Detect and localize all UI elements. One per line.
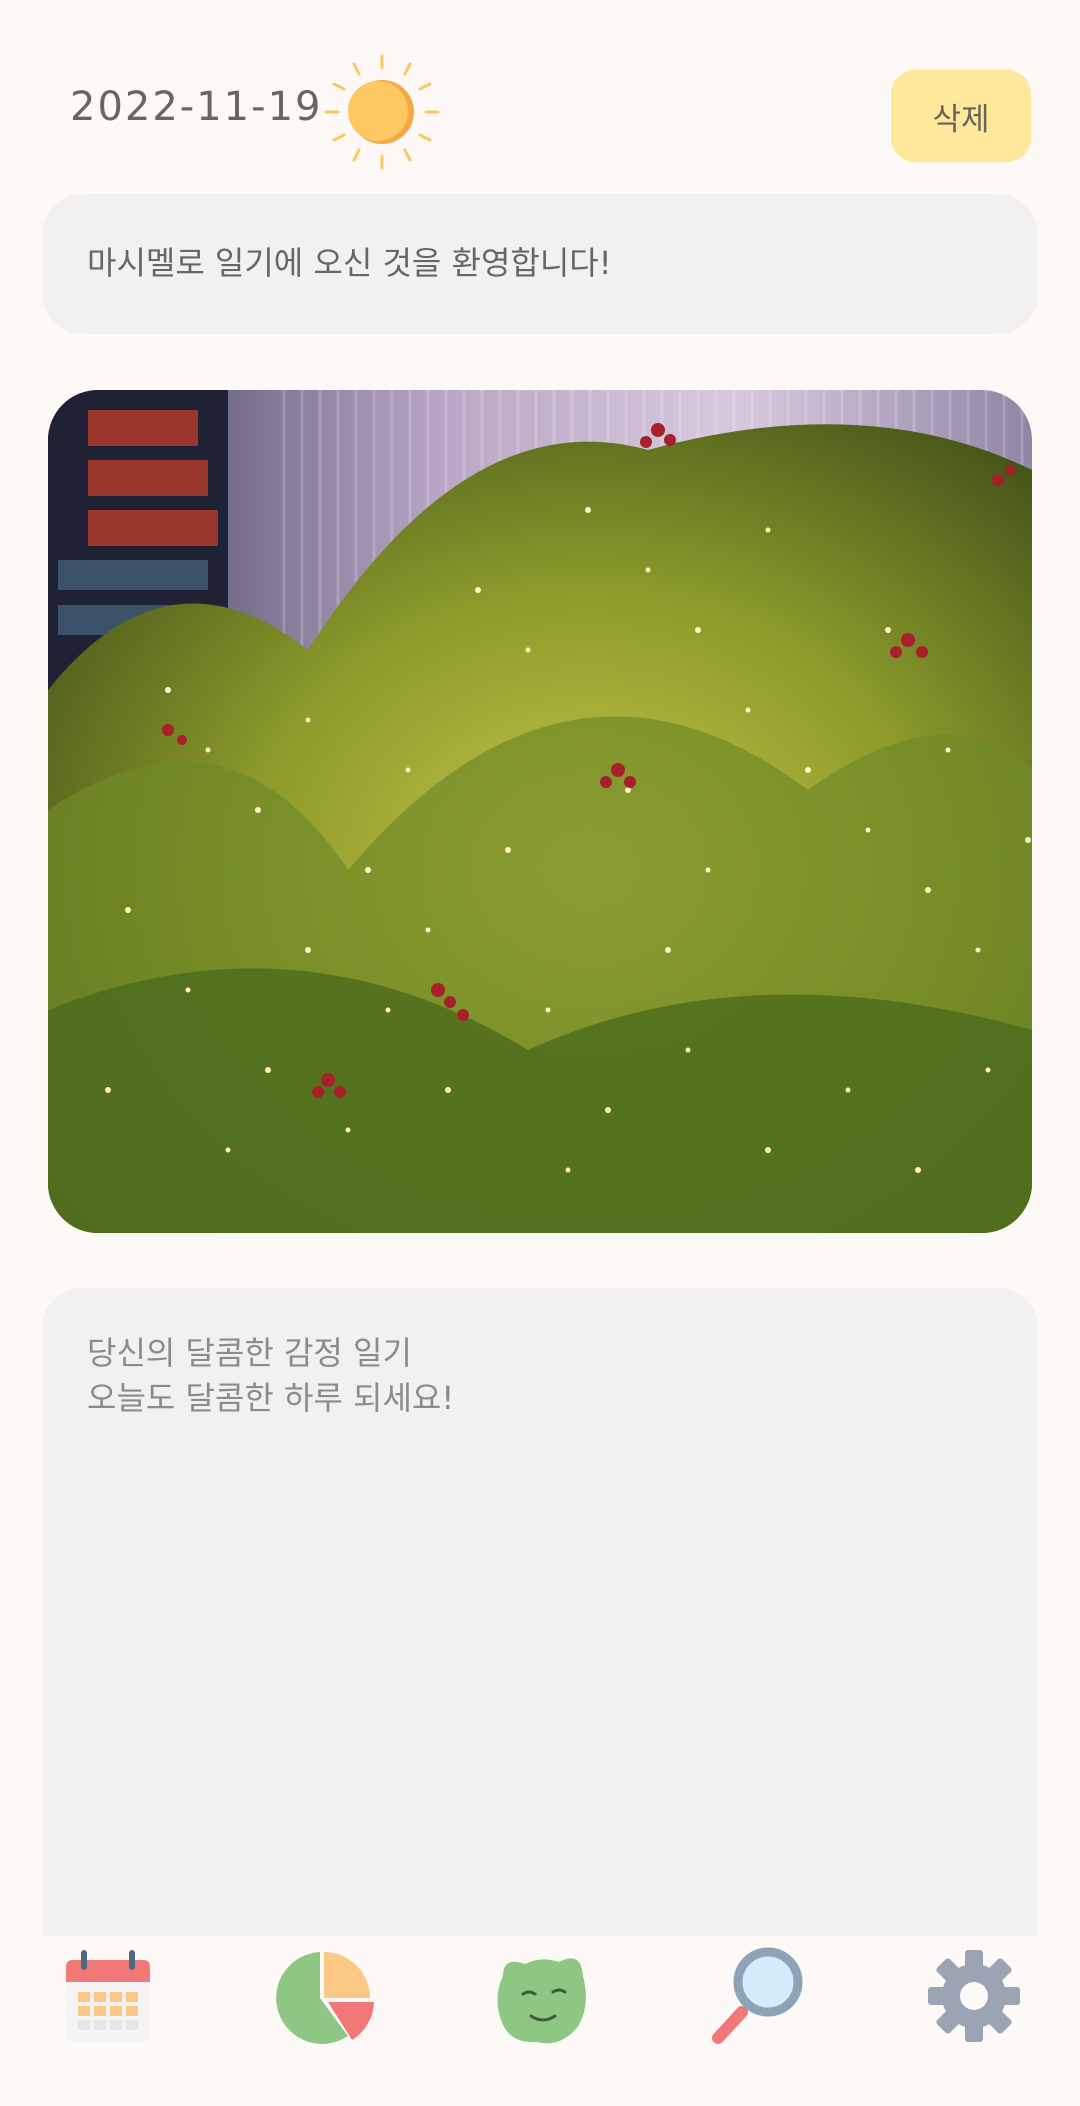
delete-button[interactable]: 삭제	[891, 70, 1031, 162]
diary-placeholder-line2: 오늘도 달콤한 하루 되세요!	[87, 1379, 455, 1417]
pie-chart-icon[interactable]	[264, 1936, 384, 2056]
header-bar: 2022-11-19 삭제	[0, 0, 1080, 190]
search-icon[interactable]	[698, 1936, 818, 2056]
marshmallow-face-icon[interactable]	[481, 1936, 601, 2056]
welcome-message: 마시멜로 일기에 오신 것을 환영합니다!	[87, 244, 612, 282]
gear-icon[interactable]	[914, 1936, 1034, 2056]
christmas-tree-photo	[48, 390, 1032, 1233]
diary-date[interactable]: 2022-11-19	[70, 84, 322, 130]
bottom-tab-bar	[0, 1936, 1080, 2106]
diary-entry-field[interactable]: 당신의 달콤한 감정 일기 오늘도 달콤한 하루 되세요!	[42, 1288, 1038, 1948]
diary-placeholder-line1: 당신의 달콤한 감정 일기	[87, 1334, 412, 1372]
sun-icon[interactable]	[322, 52, 442, 172]
calendar-icon[interactable]	[48, 1936, 168, 2056]
welcome-banner: 마시멜로 일기에 오신 것을 환영합니다!	[42, 194, 1038, 334]
diary-photo[interactable]	[48, 390, 1032, 1233]
